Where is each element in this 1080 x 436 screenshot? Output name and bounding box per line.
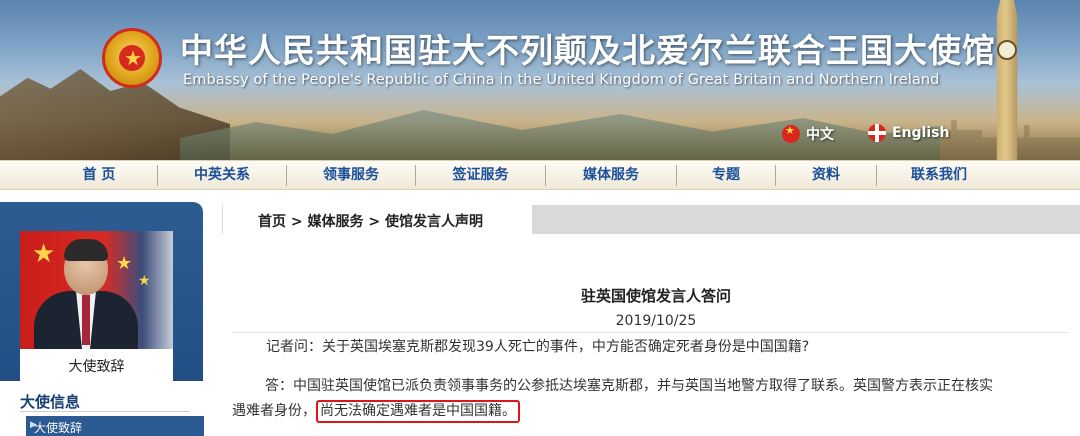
clock-face-icon <box>997 40 1017 60</box>
breadcrumb[interactable]: 首页 > 媒体服务 > 使馆发言人声明 <box>258 211 483 231</box>
lang-switch-english[interactable]: English <box>868 124 949 142</box>
nav-media-services[interactable]: 媒体服务 <box>546 161 676 189</box>
nav-home[interactable]: 首 页 <box>40 161 158 189</box>
nav-topics[interactable]: 专题 <box>677 161 775 189</box>
portrait-caption: 大使致辞 <box>68 359 125 375</box>
lang-label-cn: 中文 <box>806 127 834 143</box>
article-title: 驻英国使馆发言人答问 <box>580 287 731 305</box>
national-emblem-icon: ★ <box>102 28 162 88</box>
main-nav: 首 页 中英关系 领事服务 签证服务 媒体服务 专题 资料 联系我们 <box>0 160 1080 190</box>
site-title-cn: 中华人民共和国驻大不列颠及北爱尔兰联合王国大使馆 <box>180 31 996 70</box>
portrait-hair <box>64 239 108 261</box>
article-answer-line2: 遇难者身份， 尚无法确定遇难者是中国国籍。 <box>232 400 520 423</box>
nav-contact-us[interactable]: 联系我们 <box>877 161 1001 189</box>
portrait-tie <box>82 295 90 345</box>
article-question: 记者问：关于英国埃塞克斯郡发现39人死亡的事件，中方能否确定死者身份是中国国籍? <box>266 339 810 355</box>
sidebar: ★ ★ ★ 大使致辞 大使信息 ▶ 大使致辞 <box>0 202 204 436</box>
article-answer-line1: 答：中国驻英国使馆已派负责领事事务的公参抵达埃塞克斯郡，并与英国当地警方取得了联… <box>265 378 993 394</box>
site-title-en: Embassy of the People's Republic of Chin… <box>183 72 940 88</box>
article-date: 2019/10/25 <box>615 313 697 329</box>
nav-china-uk-relations[interactable]: 中英关系 <box>158 161 286 189</box>
flag-star-icon: ★ <box>32 239 56 269</box>
sidebar-divider <box>20 411 190 412</box>
answer-line2-start: 遇难者身份， <box>232 403 316 419</box>
portrait-caption-box[interactable]: 大使致辞 <box>20 349 173 381</box>
site-banner: ★ 中华人民共和国驻大不列颠及北爱尔兰联合王国大使馆 Embassy of th… <box>0 0 1080 160</box>
flag-star-icon: ★ <box>116 253 133 274</box>
flag-star-icon: ★ <box>138 273 151 289</box>
nav-consular-services[interactable]: 领事服务 <box>287 161 415 189</box>
article-divider <box>232 332 1068 333</box>
lang-switch-chinese[interactable]: 中文 <box>782 124 834 144</box>
ambassador-photo[interactable]: ★ ★ ★ <box>20 231 173 349</box>
nav-visa-services[interactable]: 签证服务 <box>416 161 545 189</box>
lang-label-en: English <box>892 125 950 141</box>
answer-highlight: 尚无法确定遇难者是中国国籍。 <box>316 400 520 423</box>
china-flag-icon <box>782 124 800 143</box>
sidebar-section-title: 大使信息 <box>20 393 81 411</box>
nav-resources[interactable]: 资料 <box>776 161 876 189</box>
sidebar-item-label: 大使致辞 <box>34 421 83 435</box>
uk-flag-icon <box>868 124 886 142</box>
